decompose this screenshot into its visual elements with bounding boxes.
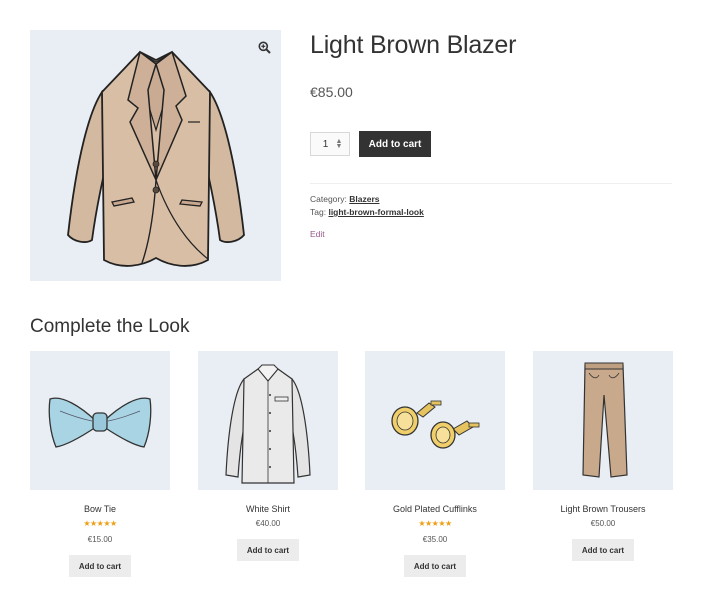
rating-stars-icon: ★★★★★ bbox=[418, 519, 452, 528]
product-thumbnail[interactable] bbox=[365, 351, 505, 490]
product-main-image[interactable] bbox=[30, 30, 281, 281]
product-price: €85.00 bbox=[310, 84, 353, 100]
section-title: Complete the Look bbox=[30, 316, 190, 337]
tag-link[interactable]: light-brown-formal-look bbox=[328, 207, 423, 217]
white-shirt-image bbox=[225, 364, 311, 484]
product-card-bow-tie: Bow Tie ★★★★★ €15.00 Add to cart bbox=[30, 351, 170, 577]
quantity-value[interactable]: 1 bbox=[311, 139, 334, 150]
product-title: Light Brown Blazer bbox=[310, 31, 517, 59]
product-tag: Tag: light-brown-formal-look bbox=[310, 207, 424, 217]
trousers-image bbox=[582, 362, 628, 478]
blazer-image bbox=[67, 50, 245, 267]
cufflinks-image bbox=[391, 400, 480, 449]
product-card-cufflinks: Gold Plated Cufflinks ★★★★★ €35.00 Add t… bbox=[365, 351, 505, 577]
add-to-cart-button[interactable]: Add to cart bbox=[359, 131, 431, 157]
product-thumbnail[interactable] bbox=[30, 351, 170, 490]
product-card-trousers: Light Brown Trousers €50.00 Add to cart bbox=[533, 351, 673, 561]
product-price: €40.00 bbox=[255, 519, 281, 528]
product-category: Category: Blazers bbox=[310, 194, 379, 204]
tag-label: Tag: bbox=[310, 207, 327, 217]
product-card-white-shirt: White Shirt €40.00 Add to cart bbox=[198, 351, 338, 561]
zoom-icon[interactable] bbox=[257, 40, 271, 54]
product-price: €35.00 bbox=[422, 535, 448, 544]
add-to-cart-button[interactable]: Add to cart bbox=[404, 555, 466, 577]
category-link[interactable]: Blazers bbox=[349, 194, 379, 204]
stepper-arrows-icon[interactable]: ▲ ▼ bbox=[334, 138, 344, 150]
product-thumbnail[interactable] bbox=[198, 351, 338, 490]
product-name[interactable]: Gold Plated Cufflinks bbox=[365, 504, 505, 515]
product-price: €15.00 bbox=[87, 535, 113, 544]
quantity-stepper[interactable]: 1 ▲ ▼ bbox=[310, 132, 350, 156]
product-name[interactable]: Light Brown Trousers bbox=[533, 504, 673, 515]
product-name[interactable]: Bow Tie bbox=[30, 504, 170, 515]
divider bbox=[310, 183, 672, 184]
add-to-cart-button[interactable]: Add to cart bbox=[572, 539, 634, 561]
product-name[interactable]: White Shirt bbox=[198, 504, 338, 515]
add-to-cart-button[interactable]: Add to cart bbox=[237, 539, 299, 561]
rating-stars-icon: ★★★★★ bbox=[83, 519, 117, 528]
bow-tie-image bbox=[48, 397, 152, 448]
add-to-cart-button[interactable]: Add to cart bbox=[69, 555, 131, 577]
product-price: €50.00 bbox=[590, 519, 616, 528]
product-thumbnail[interactable] bbox=[533, 351, 673, 490]
category-label: Category: bbox=[310, 194, 347, 204]
edit-link[interactable]: Edit bbox=[310, 229, 325, 239]
